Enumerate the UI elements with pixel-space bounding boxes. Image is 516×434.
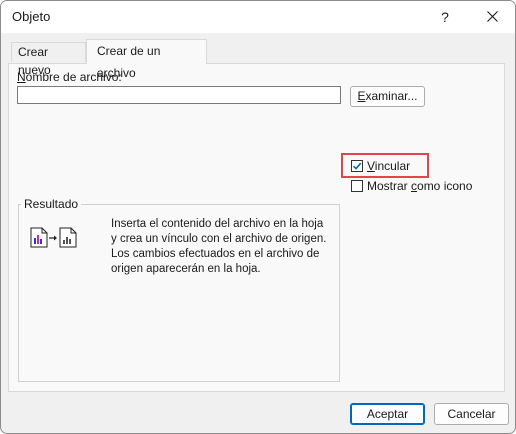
file-name-input[interactable]: [17, 86, 341, 104]
link-checkbox-label: Vincular: [367, 159, 411, 173]
close-button[interactable]: [475, 3, 511, 31]
link-checkbox-box[interactable]: [351, 160, 363, 172]
browse-button[interactable]: Examinar...: [350, 86, 425, 107]
dialog-title: Objeto: [12, 9, 51, 24]
display-as-icon-label: Mostrar como icono: [367, 179, 473, 193]
title-bar: Objeto ?: [1, 1, 515, 33]
help-button[interactable]: ?: [431, 3, 459, 31]
close-icon: [487, 11, 498, 22]
checkmark-icon: [352, 162, 362, 170]
display-as-icon-checkbox-box[interactable]: [351, 180, 363, 192]
result-description: Inserta el contenido del archivo en la h…: [111, 218, 327, 275]
tab-crear-de-archivo[interactable]: Crear de un archivo: [86, 39, 207, 80]
linked-file-icon: [30, 227, 77, 248]
link-checkbox[interactable]: Vincular: [351, 159, 431, 175]
object-dialog: Objeto ? Crear nuevo Crear de un archivo…: [0, 0, 516, 434]
ok-button[interactable]: Aceptar: [350, 403, 425, 425]
tab-crear-nuevo[interactable]: Crear nuevo: [11, 42, 86, 77]
display-as-icon-checkbox[interactable]: Mostrar como icono: [351, 179, 481, 195]
cancel-button[interactable]: Cancelar: [434, 403, 509, 425]
result-legend: Resultado: [21, 197, 82, 211]
